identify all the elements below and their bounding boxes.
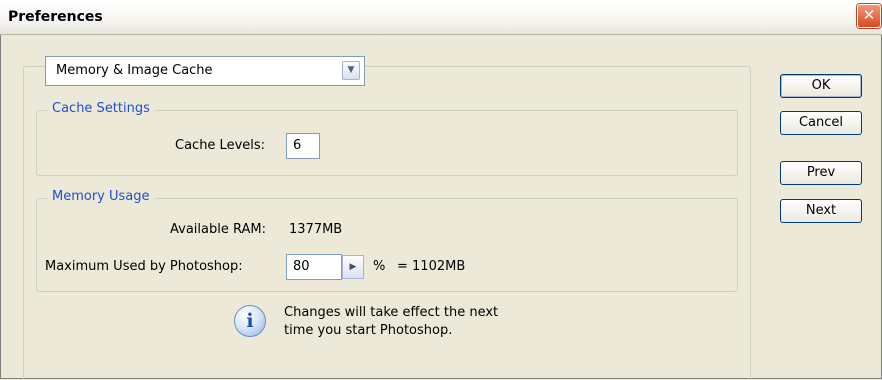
next-button[interactable]: Next [780, 199, 862, 223]
notice-line-1: Changes will take effect the next [284, 305, 499, 320]
max-used-input[interactable]: 80 [286, 254, 342, 280]
cancel-button[interactable]: Cancel [780, 111, 862, 135]
cache-levels-label: Cache Levels: [175, 138, 266, 153]
ok-button[interactable]: OK [780, 74, 862, 98]
info-icon: i [234, 305, 266, 337]
cache-settings-group: Cache Settings [36, 101, 738, 176]
panel-select-dropdown[interactable]: Memory & Image Cache ▼ [45, 56, 365, 86]
panel-select-value: Memory & Image Cache [56, 63, 213, 78]
max-used-label: Maximum Used by Photoshop: [45, 259, 243, 274]
percent-sign: % [373, 259, 386, 274]
prev-button[interactable]: Prev [780, 161, 862, 185]
memory-usage-group: Memory Usage [36, 189, 738, 292]
available-ram-label: Available RAM: [170, 222, 266, 237]
close-button[interactable]: ✕ [857, 4, 881, 28]
close-icon: ✕ [862, 6, 876, 24]
slider-popup-button[interactable]: ▶ [342, 255, 364, 279]
available-ram-value: 1377MB [289, 222, 343, 237]
title-bar[interactable]: Preferences ✕ [0, 0, 882, 35]
cache-levels-input[interactable]: 6 [286, 133, 320, 159]
cache-settings-legend: Cache Settings [47, 101, 155, 116]
memory-equals-value: = 1102MB [397, 259, 466, 274]
memory-usage-legend: Memory Usage [47, 189, 155, 204]
dialog-title: Preferences [8, 9, 103, 25]
notice-line-2: time you start Photoshop. [284, 323, 453, 338]
chevron-down-icon[interactable]: ▼ [342, 61, 360, 80]
